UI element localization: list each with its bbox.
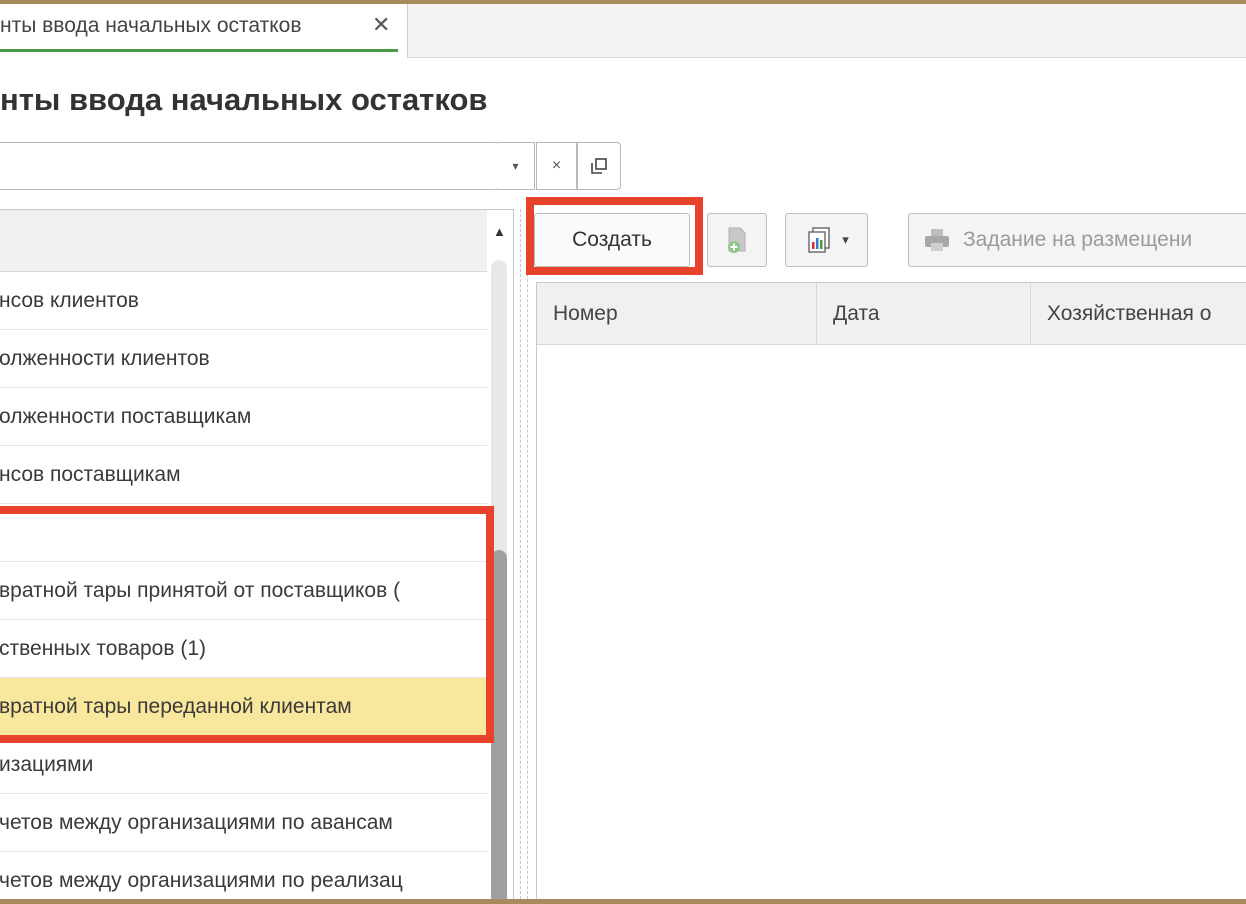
list-item-selected[interactable]: вратной тары переданной клиентам bbox=[0, 678, 487, 736]
create-button[interactable]: Создать bbox=[534, 213, 690, 267]
copy-button[interactable] bbox=[707, 213, 767, 267]
tab-bar: нты ввода начальных остатков ✕ bbox=[0, 4, 1246, 58]
list-item[interactable]: вратной тары принятой от поставщиков ( bbox=[0, 562, 487, 620]
organization-select-input[interactable] bbox=[0, 142, 498, 190]
open-window-icon bbox=[591, 158, 607, 174]
list-item[interactable]: олженности клиентов bbox=[0, 330, 487, 388]
reports-button[interactable]: ▾ bbox=[785, 213, 868, 267]
copy-document-icon bbox=[728, 227, 746, 253]
list-item[interactable]: четов между организациями по реализац bbox=[0, 852, 487, 899]
print-button-label: Задание на размещени bbox=[963, 228, 1193, 251]
list-item[interactable]: ственных товаров (1) bbox=[0, 620, 487, 678]
list-item[interactable]: нсов поставщикам bbox=[0, 446, 487, 504]
column-header-operation[interactable]: Хозяйственная о bbox=[1031, 283, 1246, 345]
close-icon[interactable]: ✕ bbox=[372, 12, 390, 38]
printer-icon bbox=[925, 229, 949, 251]
column-header-number[interactable]: Номер bbox=[537, 283, 817, 345]
list-item[interactable]: нсов клиентов bbox=[0, 272, 487, 330]
list-item[interactable]: четов между организациями по авансам bbox=[0, 794, 487, 852]
list-scrollbar[interactable]: ▲ bbox=[487, 210, 513, 899]
panel-splitter[interactable] bbox=[520, 209, 528, 899]
chevron-down-icon: ▾ bbox=[842, 232, 849, 247]
open-icon[interactable] bbox=[577, 142, 621, 190]
list-item[interactable]: олженности поставщикам bbox=[0, 388, 487, 446]
tab-active-indicator bbox=[0, 49, 398, 52]
column-header-date[interactable]: Дата bbox=[817, 283, 1031, 345]
tab-label: нты ввода начальных остатков bbox=[0, 14, 302, 37]
scroll-up-icon[interactable]: ▲ bbox=[493, 224, 506, 239]
scrollbar-thumb[interactable] bbox=[491, 550, 507, 899]
report-icon bbox=[808, 227, 830, 253]
app-window: нты ввода начальных остатков ✕ нты ввода… bbox=[0, 4, 1246, 899]
page-title: нты ввода начальных остатков bbox=[0, 82, 488, 117]
tab-opening-balances[interactable]: нты ввода начальных остатков ✕ bbox=[0, 4, 408, 58]
list-item[interactable] bbox=[0, 504, 487, 562]
print-placement-task-button[interactable]: Задание на размещени bbox=[908, 213, 1246, 267]
list-header bbox=[0, 210, 487, 272]
documents-table: Номер Дата Хозяйственная о bbox=[536, 282, 1246, 899]
list-item[interactable]: изациями bbox=[0, 736, 487, 794]
operation-type-list: нсов клиентов олженности клиентов олженн… bbox=[0, 209, 514, 899]
clear-icon[interactable]: × bbox=[536, 142, 577, 190]
chevron-down-icon[interactable]: ▾ bbox=[497, 142, 535, 190]
